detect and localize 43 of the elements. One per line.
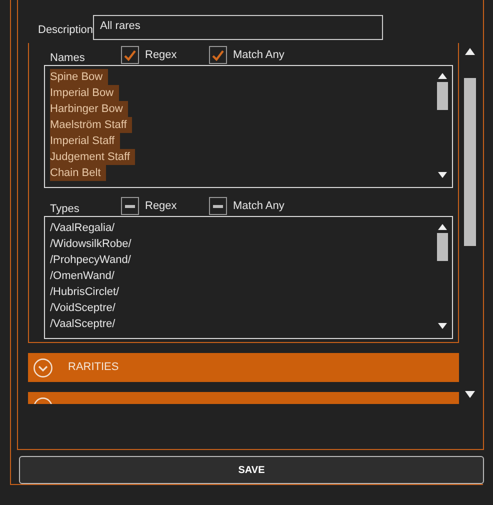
list-item[interactable]: Harbinger Bow bbox=[50, 101, 128, 117]
save-button[interactable]: SAVE bbox=[19, 456, 484, 484]
list-item[interactable]: Maelström Staff bbox=[50, 117, 132, 133]
list-label: Names bbox=[49, 50, 86, 66]
list-item[interactable]: Imperial Staff bbox=[50, 133, 120, 149]
scroll-up-icon[interactable] bbox=[438, 224, 446, 230]
scrollbar[interactable] bbox=[463, 48, 477, 398]
checkbox[interactable] bbox=[121, 197, 139, 215]
description-field[interactable]: All rares bbox=[93, 15, 384, 40]
list-label: Types bbox=[49, 202, 80, 216]
list-item[interactable]: /VoidSceptre/ bbox=[50, 300, 120, 316]
checkbox-label: Regex bbox=[145, 48, 177, 63]
indeterminate-icon bbox=[125, 204, 135, 208]
list-item[interactable]: Imperial Bow bbox=[50, 85, 119, 101]
list-item[interactable]: /VaalRegalia/ bbox=[50, 220, 120, 236]
scroll-thumb[interactable] bbox=[464, 78, 476, 246]
checkbox[interactable] bbox=[209, 46, 227, 64]
checkbox[interactable] bbox=[209, 197, 227, 215]
description-label: Description bbox=[38, 22, 94, 38]
list-item[interactable]: Chain Belt bbox=[50, 165, 106, 181]
indeterminate-icon bbox=[213, 204, 223, 208]
checkbox-label: Regex bbox=[145, 198, 177, 214]
scroll-thumb[interactable] bbox=[436, 82, 448, 110]
scroll-down-icon[interactable] bbox=[465, 391, 475, 398]
list-item[interactable]: /WidowsilkRobe/ bbox=[50, 236, 136, 252]
scroll-down-icon[interactable] bbox=[438, 172, 446, 178]
scroll-down-icon[interactable] bbox=[438, 323, 446, 329]
list-item[interactable]: Spine Bow bbox=[50, 69, 108, 85]
checkmark-icon bbox=[212, 50, 224, 60]
list-item[interactable]: /HubrisCirclet/ bbox=[50, 284, 124, 300]
checkbox-label: Match Any bbox=[233, 198, 284, 214]
scroll-thumb[interactable] bbox=[436, 233, 448, 261]
chevron-circle-icon bbox=[33, 358, 53, 378]
scroll-up-icon[interactable] bbox=[438, 73, 446, 79]
scroll-up-icon[interactable] bbox=[465, 48, 475, 55]
checkmark-icon bbox=[124, 50, 136, 60]
checkbox[interactable] bbox=[121, 46, 139, 64]
section-title: RARITIES bbox=[68, 360, 119, 376]
list-item[interactable]: /OmenWand/ bbox=[50, 268, 120, 284]
list-item[interactable]: /VaalSceptre/ bbox=[50, 316, 120, 332]
checkbox-label: Match Any bbox=[233, 48, 284, 63]
list-item[interactable]: Judgement Staff bbox=[50, 149, 135, 165]
list-item[interactable]: /ProhpecyWand/ bbox=[50, 252, 136, 268]
